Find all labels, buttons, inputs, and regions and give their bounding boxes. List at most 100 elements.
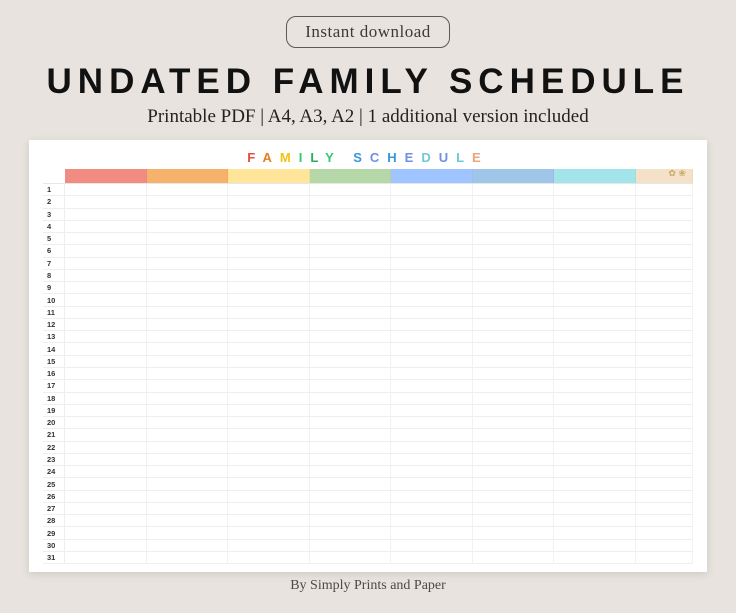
cell <box>228 270 310 281</box>
cell <box>147 343 229 354</box>
row-number: 14 <box>43 343 65 354</box>
cell <box>65 552 147 563</box>
table-row: 2 <box>43 196 693 208</box>
cell <box>391 368 473 379</box>
cell <box>554 221 636 232</box>
cell <box>554 393 636 404</box>
row-number: 21 <box>43 429 65 440</box>
table-row: 4 <box>43 221 693 233</box>
sheet-title-letter: E <box>472 150 489 165</box>
cell <box>391 196 473 207</box>
cell <box>554 331 636 342</box>
cell <box>147 319 229 330</box>
cell <box>65 491 147 502</box>
cell <box>636 245 693 256</box>
sheet-title-letter: F <box>247 150 262 165</box>
table-row: 24 <box>43 466 693 478</box>
cell <box>554 307 636 318</box>
cell <box>310 184 392 195</box>
cell <box>636 184 693 195</box>
cell <box>473 503 555 514</box>
cell <box>391 294 473 305</box>
table-row: 5 <box>43 233 693 245</box>
cell <box>65 478 147 489</box>
cell <box>310 221 392 232</box>
schedule-grid: 1234567891011121314151617181920212223242… <box>43 183 693 564</box>
cell <box>636 417 693 428</box>
cell <box>65 233 147 244</box>
cell <box>147 196 229 207</box>
cell <box>473 270 555 281</box>
row-number: 13 <box>43 331 65 342</box>
cell <box>391 221 473 232</box>
row-number: 11 <box>43 307 65 318</box>
cell <box>147 540 229 551</box>
cell <box>310 527 392 538</box>
cell <box>636 527 693 538</box>
cell <box>310 417 392 428</box>
row-number: 7 <box>43 258 65 269</box>
cell <box>391 515 473 526</box>
cell <box>65 393 147 404</box>
cell <box>65 454 147 465</box>
sheet-title-letter: Y <box>325 150 341 165</box>
cell <box>65 196 147 207</box>
cell <box>473 405 555 416</box>
cell <box>473 429 555 440</box>
cell <box>310 491 392 502</box>
cell <box>636 466 693 477</box>
cell <box>228 417 310 428</box>
cell <box>228 233 310 244</box>
sheet-title-letter: S <box>353 150 370 165</box>
cell <box>310 209 392 220</box>
cell <box>65 515 147 526</box>
cell <box>310 478 392 489</box>
cell <box>554 417 636 428</box>
cell <box>473 393 555 404</box>
sheet-title-letter: D <box>421 150 438 165</box>
cell <box>147 405 229 416</box>
cell <box>228 442 310 453</box>
sheet-title-letter: L <box>456 150 472 165</box>
cell <box>65 184 147 195</box>
schedule-sheet: FAMILY SCHEDULE 123456789101112131415161… <box>29 140 707 572</box>
cell <box>310 466 392 477</box>
cell <box>65 282 147 293</box>
table-row: 8 <box>43 270 693 282</box>
table-row: 6 <box>43 245 693 257</box>
sheet-title-letter: U <box>439 150 456 165</box>
cell <box>228 307 310 318</box>
cell <box>473 282 555 293</box>
cell <box>473 442 555 453</box>
cell <box>147 209 229 220</box>
table-row: 7 <box>43 258 693 270</box>
table-row: 13 <box>43 331 693 343</box>
sheet-title-letter: A <box>263 150 280 165</box>
table-row: 25 <box>43 478 693 490</box>
cell <box>473 552 555 563</box>
cell <box>554 294 636 305</box>
cell <box>228 258 310 269</box>
cell <box>147 478 229 489</box>
row-number: 24 <box>43 466 65 477</box>
cell <box>391 405 473 416</box>
cell <box>147 245 229 256</box>
cell <box>391 282 473 293</box>
cell <box>65 258 147 269</box>
cell <box>228 380 310 391</box>
cell <box>310 294 392 305</box>
cell <box>65 368 147 379</box>
cell <box>391 466 473 477</box>
cell <box>636 368 693 379</box>
cell <box>228 294 310 305</box>
cell <box>65 380 147 391</box>
cell <box>310 270 392 281</box>
cell <box>554 515 636 526</box>
cell <box>636 429 693 440</box>
cell <box>636 552 693 563</box>
cell <box>147 221 229 232</box>
column-header <box>310 169 392 183</box>
cell <box>228 405 310 416</box>
cell <box>473 196 555 207</box>
cell <box>228 245 310 256</box>
